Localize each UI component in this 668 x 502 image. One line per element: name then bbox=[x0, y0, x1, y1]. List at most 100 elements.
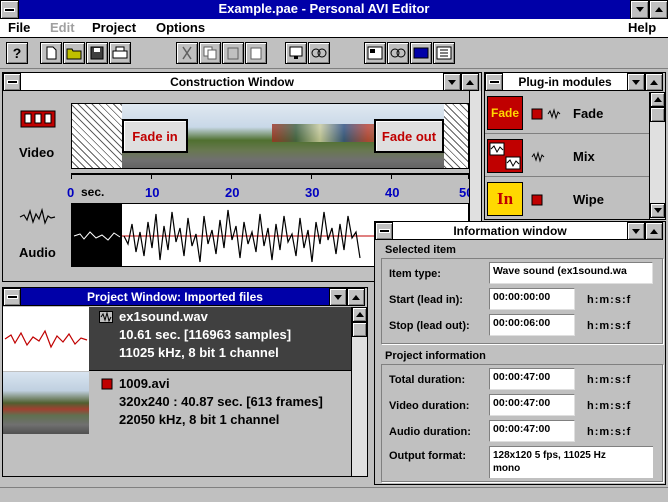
plugins-scroll-thumb[interactable] bbox=[650, 107, 665, 122]
window-title: Example.pae - Personal AVI Editor bbox=[218, 1, 430, 16]
construction-maximize[interactable] bbox=[461, 73, 479, 91]
avi-file-info2: 22050 kHz, 8 bit 1 channel bbox=[119, 412, 280, 427]
plugin-name-mix: Mix bbox=[573, 149, 595, 164]
start-field[interactable]: 00:00:00:00 bbox=[489, 288, 575, 310]
menu-edit[interactable]: Edit bbox=[50, 20, 75, 35]
info-system-menu[interactable] bbox=[375, 222, 393, 240]
project-vscroll[interactable] bbox=[351, 307, 367, 476]
audio-settings-button[interactable] bbox=[387, 42, 409, 64]
film-small-icon bbox=[531, 108, 543, 120]
print-button[interactable] bbox=[109, 42, 131, 64]
paste-icon bbox=[227, 47, 239, 60]
plugins-minimize[interactable] bbox=[627, 73, 645, 91]
wav-file-info1: 10.61 sec. [116963 samples] bbox=[119, 327, 292, 342]
menu-project[interactable]: Project bbox=[92, 20, 136, 35]
plugins-system-menu[interactable] bbox=[485, 73, 503, 91]
minimize-button[interactable] bbox=[630, 0, 649, 19]
plugin-item-mix[interactable]: Mix bbox=[485, 135, 649, 177]
wave-small-icon bbox=[547, 108, 561, 120]
stop-unit: h:m:s:f bbox=[587, 320, 632, 332]
ruler-tick bbox=[231, 173, 232, 179]
fade-in-clip[interactable]: Fade in bbox=[122, 119, 188, 153]
plugins-scroll-up[interactable] bbox=[650, 92, 665, 107]
plugins-maximize[interactable] bbox=[645, 73, 663, 91]
item-type-field[interactable]: Wave sound (ex1sound.wa bbox=[489, 262, 653, 284]
delete-button[interactable] bbox=[245, 42, 267, 64]
stop-label: Stop (lead out): bbox=[389, 320, 470, 332]
play-button[interactable] bbox=[308, 42, 330, 64]
plugin-name-wipe: Wipe bbox=[573, 192, 604, 207]
output-format-label: Output format: bbox=[389, 450, 466, 462]
project-minimize[interactable] bbox=[329, 288, 347, 306]
plugins-window: Plug-in modules Fade Fade Mix In Wipe bbox=[484, 72, 666, 220]
output-format-field[interactable]: 128x120 5 fps, 11025 Hz mono bbox=[489, 446, 653, 478]
export-icon bbox=[436, 46, 452, 60]
monitor-icon bbox=[289, 46, 303, 59]
fade-out-clip[interactable]: Fade out bbox=[374, 119, 444, 153]
total-duration-field[interactable]: 00:00:47:00 bbox=[489, 368, 575, 390]
project-scroll-thumb[interactable] bbox=[352, 322, 367, 337]
construction-system-menu[interactable] bbox=[3, 73, 21, 91]
info-minimize[interactable] bbox=[627, 222, 645, 240]
output-format-line1: 128x120 5 fps, 11025 Hz bbox=[493, 450, 606, 461]
minimize-icon bbox=[334, 294, 342, 300]
plugins-scroll-down[interactable] bbox=[650, 203, 665, 218]
system-menu-icon bbox=[7, 81, 17, 83]
preview-button[interactable] bbox=[285, 42, 307, 64]
file-item-wav[interactable]: ex1sound.wav 10.61 sec. [116963 samples]… bbox=[3, 307, 351, 371]
title-bar: Example.pae - Personal AVI Editor bbox=[0, 0, 668, 19]
copy-button[interactable] bbox=[199, 42, 221, 64]
item-type-label: Item type: bbox=[389, 268, 441, 280]
record-button[interactable] bbox=[410, 42, 432, 64]
audio-duration-field[interactable]: 00:00:47:00 bbox=[489, 420, 575, 442]
ruler-tick bbox=[151, 173, 152, 179]
export-button[interactable] bbox=[433, 42, 455, 64]
paste-button[interactable] bbox=[222, 42, 244, 64]
output-format-line2: mono bbox=[493, 463, 521, 474]
file-item-avi[interactable]: 1009.avi 320x240 : 40.87 sec. [613 frame… bbox=[3, 372, 351, 436]
start-unit: h:m:s:f bbox=[587, 294, 632, 306]
arrow-down-icon bbox=[653, 208, 662, 213]
ruler-tick bbox=[71, 173, 72, 179]
ruler-label-20: 20 bbox=[225, 185, 240, 200]
cut-button[interactable] bbox=[176, 42, 198, 64]
open-folder-button[interactable] bbox=[63, 42, 85, 64]
info-maximize[interactable] bbox=[645, 222, 663, 240]
minimize-icon bbox=[635, 7, 644, 12]
video-track[interactable]: Fade in Fade out bbox=[71, 103, 469, 169]
ruler-line bbox=[71, 173, 469, 175]
help-button[interactable]: ? bbox=[6, 42, 28, 64]
new-file-button[interactable] bbox=[40, 42, 62, 64]
ruler-tick bbox=[391, 173, 392, 179]
menu-help[interactable]: Help bbox=[628, 20, 656, 35]
plugin-item-wipe[interactable]: In Wipe bbox=[485, 178, 649, 220]
wave-small-icon bbox=[531, 151, 545, 163]
system-menu-button[interactable] bbox=[0, 0, 19, 19]
avi-file-info1: 320x240 : 40.87 sec. [613 frames] bbox=[119, 394, 323, 409]
audio-track-label: Audio bbox=[19, 245, 56, 260]
total-duration-label: Total duration: bbox=[389, 374, 466, 386]
maximize-icon bbox=[654, 7, 663, 12]
maximize-button[interactable] bbox=[649, 0, 668, 19]
selected-item-header: Selected item bbox=[385, 244, 456, 256]
construction-minimize[interactable] bbox=[443, 73, 461, 91]
video-duration-field[interactable]: 00:00:47:00 bbox=[489, 394, 575, 416]
film-file-icon bbox=[101, 378, 113, 390]
project-scroll-up[interactable] bbox=[352, 307, 367, 322]
project-maximize[interactable] bbox=[347, 288, 365, 306]
project-title: Project Window: Imported files bbox=[21, 288, 329, 306]
menu-file[interactable]: File bbox=[8, 20, 30, 35]
time-ruler: 0 sec. 10 20 30 40 50 bbox=[67, 173, 473, 200]
menu-options[interactable]: Options bbox=[156, 20, 205, 35]
toolbar: ? bbox=[0, 39, 668, 69]
save-button[interactable] bbox=[86, 42, 108, 64]
plugin-item-fade[interactable]: Fade Fade bbox=[485, 92, 649, 134]
scissors-icon bbox=[182, 46, 192, 60]
clipboard-icon bbox=[250, 47, 262, 60]
info-title: Information window bbox=[393, 222, 627, 240]
stop-field[interactable]: 00:00:06:00 bbox=[489, 314, 575, 336]
plugins-vscroll[interactable] bbox=[649, 92, 665, 219]
video-settings-button[interactable] bbox=[364, 42, 386, 64]
project-system-menu[interactable] bbox=[3, 288, 21, 306]
wave-file-icon bbox=[99, 311, 113, 323]
